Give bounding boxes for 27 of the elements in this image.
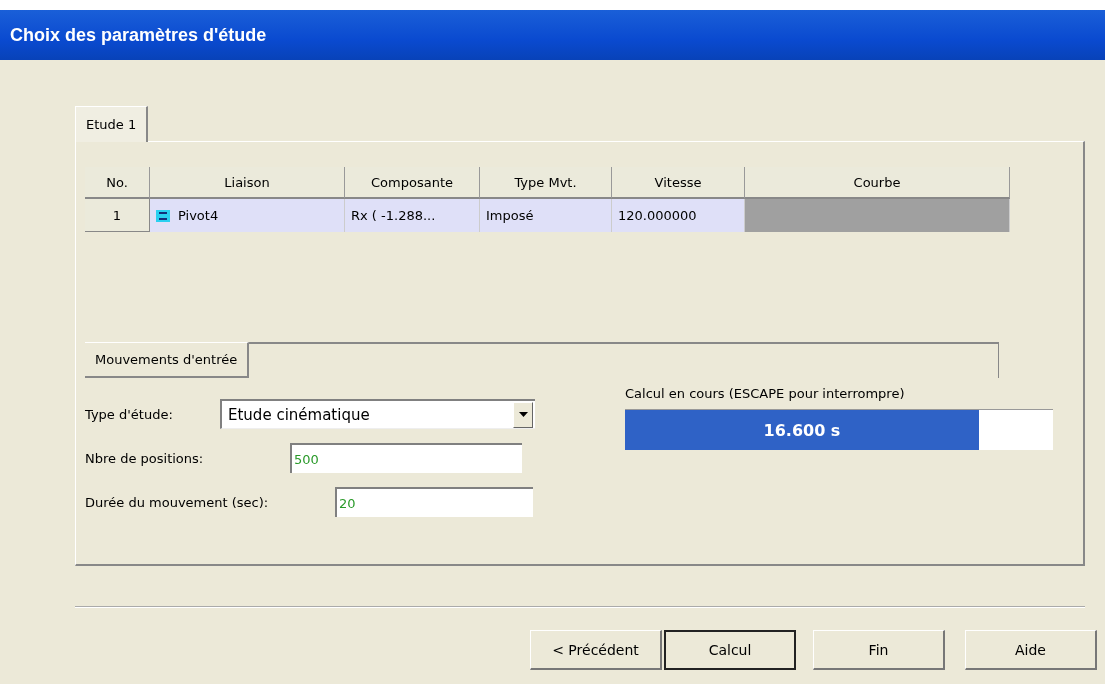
joint-icon (156, 209, 170, 222)
tab[interactable]: Mouvements d'entrée (85, 342, 250, 378)
field-label: Durée du mouvement (sec): (85, 494, 270, 510)
column-header[interactable]: Liaison (150, 167, 345, 199)
table-cell: 120.000000 (612, 199, 745, 232)
input-field[interactable]: 20 (335, 487, 533, 517)
table-cell: Rx ( -1.288... (345, 199, 480, 232)
dialog-button[interactable]: < Précédent (530, 630, 662, 670)
progress-reading: 16.600 s (762, 419, 842, 442)
dropdown[interactable]: Etude cinématique (220, 399, 535, 429)
column-header[interactable]: Composante (345, 167, 480, 199)
progress-label: Calcul en cours (ESCAPE pour interrompre) (625, 386, 906, 401)
column-header[interactable]: No. (85, 167, 150, 199)
field-label: Type d'étude: (85, 406, 174, 422)
input-field[interactable]: 500 (290, 443, 522, 473)
window-title: Choix des paramètres d'étude (10, 24, 267, 46)
table-cell: Pivot4 (178, 208, 219, 223)
column-header[interactable]: Courbe (745, 167, 1010, 199)
dialog-button[interactable]: Aide (965, 630, 1097, 670)
column-header[interactable]: Vitesse (612, 167, 745, 199)
field-label: Nbre de positions: (85, 450, 205, 466)
row-number: 1 (85, 199, 150, 232)
dialog-button[interactable]: Calcul (664, 630, 796, 670)
table-cell: Imposé (480, 199, 612, 232)
tab[interactable]: Etude 1 (75, 106, 149, 142)
dialog-button[interactable]: Fin (813, 630, 945, 670)
column-header[interactable]: Type Mvt. (480, 167, 612, 199)
